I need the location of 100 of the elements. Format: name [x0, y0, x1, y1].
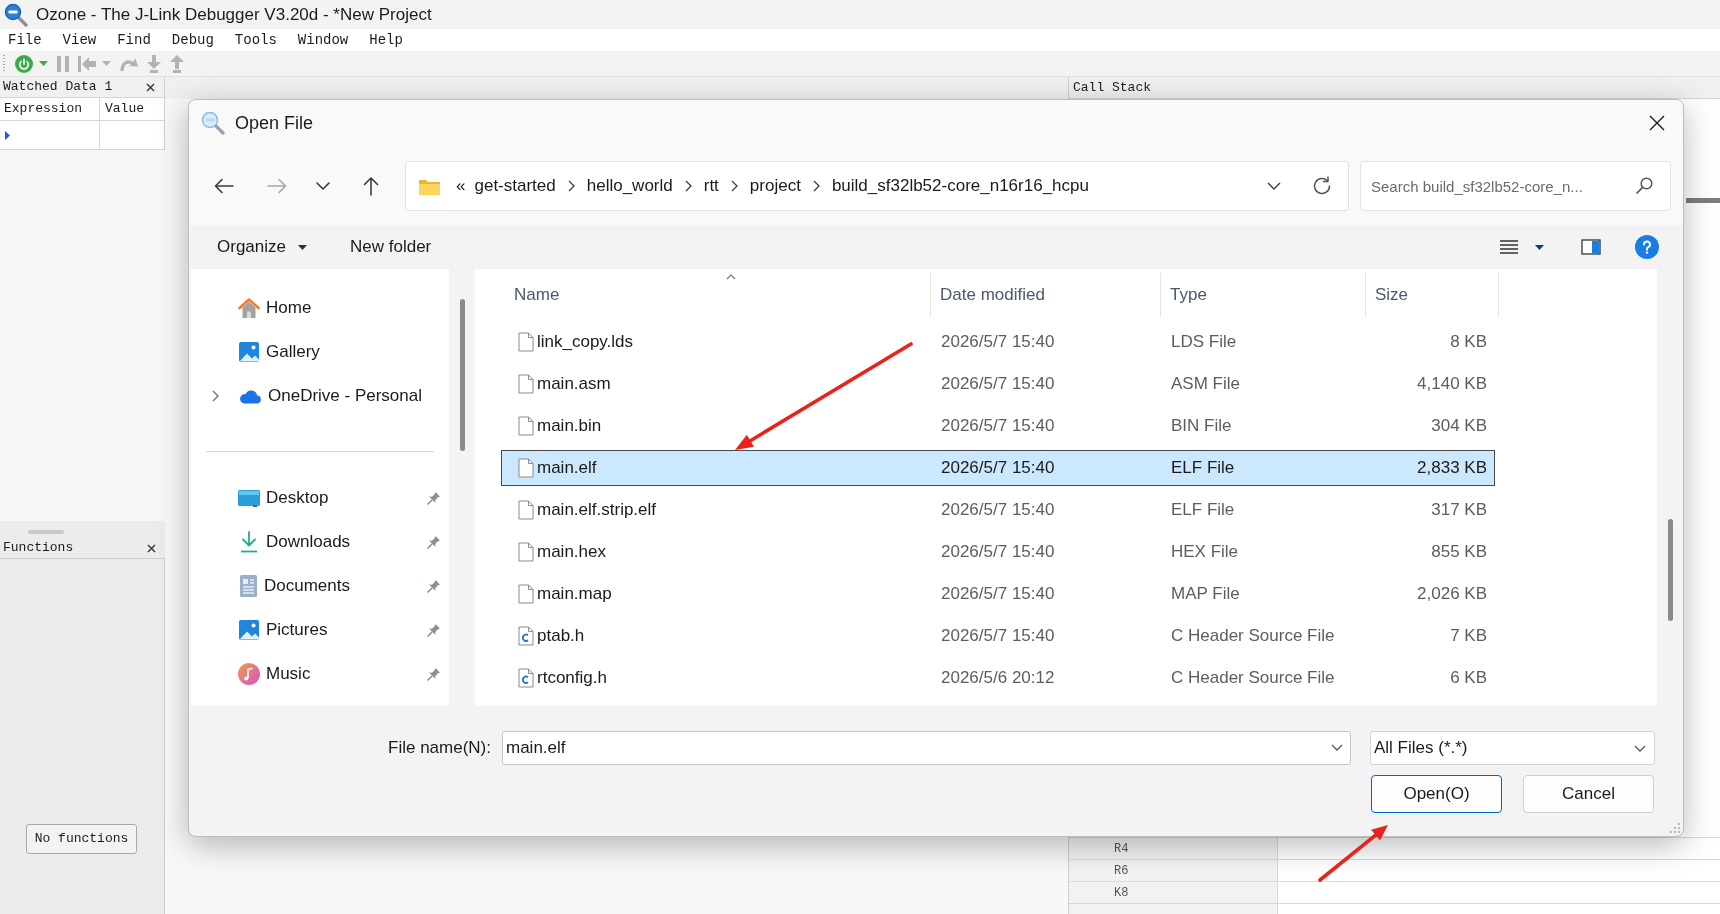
help-icon[interactable] — [1635, 235, 1659, 259]
file-size: 855 KB — [1430, 541, 1488, 564]
file-size: 7 KB — [1449, 625, 1488, 648]
caret-icon[interactable] — [1535, 244, 1544, 250]
file-name: main.bin — [537, 415, 602, 438]
close-icon[interactable] — [1649, 115, 1665, 131]
file-type: ELF File — [1171, 499, 1236, 522]
drag-handle[interactable] — [28, 530, 64, 534]
power-icon[interactable] — [15, 54, 33, 73]
c-file-icon — [518, 668, 534, 688]
refresh-icon[interactable] — [1312, 176, 1332, 196]
file-name: main.hex — [537, 541, 606, 564]
chevron-down-icon[interactable] — [1331, 744, 1343, 751]
chevron-right-icon[interactable] — [812, 180, 820, 192]
nav-item[interactable]: Pictures — [238, 612, 441, 648]
menu-item[interactable]: File — [8, 33, 42, 47]
expand-arrow-icon[interactable] — [5, 130, 10, 140]
file-row[interactable]: rtconfig.h 2026/5/6 20:12 C Header Source File 6 KB — [501, 660, 1495, 696]
column-header[interactable]: Name — [475, 273, 931, 317]
list-view-icon[interactable] — [1500, 240, 1518, 254]
resize-grip-icon[interactable] — [1670, 823, 1680, 833]
nav-item[interactable]: OneDrive - Personal — [238, 378, 441, 414]
chevron-right-icon[interactable] — [730, 180, 738, 192]
chevron-down-icon[interactable] — [1267, 182, 1281, 190]
breadcrumb-overflow[interactable]: « — [456, 173, 466, 199]
file-row[interactable]: main.elf 2026/5/7 15:40 ELF File 2,833 KB — [501, 450, 1495, 486]
dialog-button[interactable]: Cancel — [1523, 775, 1654, 813]
file-row[interactable]: main.hex 2026/5/7 15:40 HEX File 855 KB — [501, 534, 1495, 570]
column-header[interactable]: Date modified — [931, 273, 1161, 317]
file-name: main.elf.strip.elf — [537, 499, 657, 522]
column-header[interactable]: Value — [100, 98, 164, 120]
date-modified: 2026/5/6 20:12 — [941, 667, 1056, 690]
file-type: ASM File — [1171, 373, 1241, 396]
file-type: LDS File — [1171, 331, 1238, 354]
scrollbar[interactable] — [1667, 519, 1673, 621]
file-row[interactable]: ptab.h 2026/5/7 15:40 C Header Source File 7 KB — [501, 618, 1495, 654]
breadcrumb[interactable]: rtt — [703, 173, 719, 199]
menu-item[interactable]: View — [62, 33, 97, 47]
nav-item[interactable]: Gallery — [238, 334, 441, 370]
file-type: BIN File — [1171, 415, 1233, 438]
file-icon — [518, 416, 534, 436]
address-bar[interactable]: « get-started hello_world rtt project build_sf32lb52-core_n16r16_hcpu — [405, 161, 1349, 211]
column-header[interactable]: Expression — [0, 98, 100, 120]
file-type: C Header Source File — [1171, 625, 1336, 648]
command-button[interactable]: New folder — [340, 230, 442, 264]
file-icon — [518, 542, 534, 562]
breadcrumb[interactable]: build_sf32lb52-core_n16r16_hcpu — [831, 173, 1089, 199]
chevron-right-icon[interactable] — [567, 180, 575, 192]
dialog-button[interactable]: Open(O) — [1371, 775, 1502, 813]
close-icon[interactable] — [147, 543, 156, 553]
menu-item[interactable]: Help — [369, 33, 403, 47]
file-row[interactable]: link_copy.lds 2026/5/7 15:40 LDS File 8 KB — [501, 324, 1495, 360]
chevron-down-icon[interactable] — [1634, 744, 1646, 752]
search-field[interactable]: Search build_sf32lb52-core_n... — [1360, 161, 1671, 211]
register-name: R6 — [1114, 862, 1129, 880]
up-arrow-icon[interactable] — [363, 176, 379, 196]
file-name-field[interactable]: main.elf — [502, 731, 1351, 765]
file-row[interactable]: main.asm 2026/5/7 15:40 ASM File 4,140 KB — [501, 366, 1495, 402]
close-icon[interactable] — [146, 82, 155, 92]
file-row[interactable]: main.map 2026/5/7 15:40 MAP File 2,026 KB — [501, 576, 1495, 612]
nav-item[interactable]: Desktop — [238, 480, 441, 516]
panel-title: Functions — [3, 539, 74, 558]
menu-item[interactable]: Tools — [234, 33, 277, 47]
file-row[interactable]: main.elf.strip.elf 2026/5/7 15:40 ELF File 317 KB — [501, 492, 1495, 528]
chevron-down-icon[interactable] — [316, 182, 330, 190]
file-type-select[interactable]: All Files (*.*) — [1370, 731, 1655, 765]
menu-item[interactable]: Find — [117, 33, 151, 47]
column-header[interactable]: Size — [1366, 273, 1499, 317]
date-modified: 2026/5/7 15:40 — [941, 415, 1056, 438]
field-label: File name(N): — [388, 737, 491, 760]
caret-icon[interactable] — [298, 244, 307, 250]
file-size: 317 KB — [1430, 499, 1488, 522]
chevron-right-icon[interactable] — [684, 180, 692, 192]
chevron-right-icon[interactable] — [211, 390, 219, 402]
download-icon — [238, 531, 260, 553]
date-modified: 2026/5/7 15:40 — [941, 625, 1056, 648]
file-type: ELF File — [1171, 457, 1236, 480]
panel-title: Call Stack — [1073, 78, 1151, 97]
magnifier-icon — [201, 111, 225, 135]
menu-item[interactable]: Window — [297, 33, 349, 47]
split-panel-icon[interactable] — [1581, 239, 1601, 255]
menu-item[interactable]: Debug — [171, 33, 214, 47]
breadcrumb[interactable]: get-started — [474, 173, 556, 199]
status-button[interactable]: No functions — [26, 824, 137, 854]
scrollbar[interactable] — [459, 299, 465, 451]
house-icon — [238, 297, 260, 319]
file-icon — [518, 374, 534, 394]
column-header[interactable]: Type — [1161, 273, 1366, 317]
file-size: 8 KB — [1449, 331, 1488, 354]
command-button[interactable]: Organize — [207, 230, 317, 264]
nav-item[interactable]: Documents — [238, 568, 441, 604]
breadcrumb[interactable]: hello_world — [586, 173, 673, 199]
date-modified: 2026/5/7 15:40 — [941, 373, 1056, 396]
file-size: 304 KB — [1430, 415, 1488, 438]
breadcrumb[interactable]: project — [749, 173, 801, 199]
back-arrow-icon[interactable] — [214, 178, 234, 194]
nav-item[interactable]: Downloads — [238, 524, 441, 560]
nav-item[interactable]: Music — [238, 656, 441, 692]
file-row[interactable]: main.bin 2026/5/7 15:40 BIN File 304 KB — [501, 408, 1495, 444]
nav-item[interactable]: Home — [238, 290, 441, 326]
